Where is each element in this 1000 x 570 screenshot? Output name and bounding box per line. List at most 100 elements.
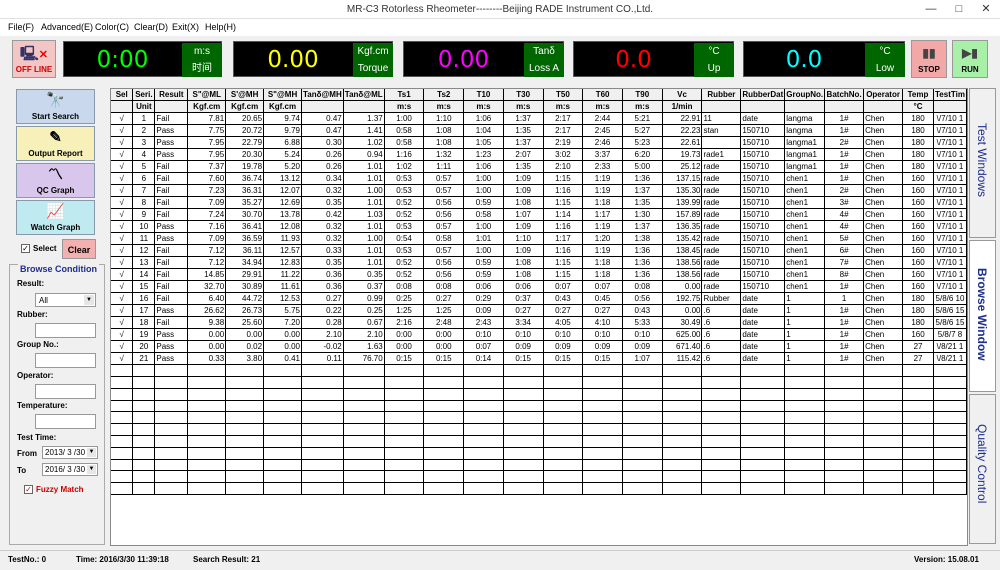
column-header[interactable]: BatchNo. [824, 89, 865, 102]
result-select[interactable]: All ▼ [35, 293, 96, 307]
column-header[interactable]: Temp [902, 89, 934, 102]
menu-color[interactable]: Color(C) [95, 22, 129, 32]
column-header[interactable]: T50 [543, 89, 584, 102]
table-cell [263, 470, 302, 484]
table-row[interactable]: √ 20 Pass 0.00 0.02 0.00 -0.02 1.63 0:00 0:00 0:07… [111, 340, 967, 354]
minimize-button[interactable]: — [917, 0, 945, 19]
rubber-input[interactable] [35, 323, 96, 338]
select-checkbox[interactable]: ✓ [21, 244, 30, 253]
menu-help[interactable]: Help(H) [205, 22, 236, 32]
table-cell: 1:36 [622, 244, 663, 258]
table-cell [463, 411, 504, 425]
table-row[interactable]: √ 4 Pass 7.95 20.30 5.24 0.26 0.94 1:16 1:32 1:23 2… [111, 148, 967, 162]
column-header[interactable]: GroupNo. [784, 89, 826, 102]
offline-button[interactable]: 🖳✕ OFF LINE [12, 40, 56, 78]
qc-graph-button[interactable]: 〽 QC Graph [16, 163, 95, 198]
menu-advanced[interactable]: Advanced(E) [41, 22, 93, 32]
column-header[interactable]: S"@ML [187, 89, 227, 102]
column-header[interactable]: Result [154, 89, 189, 102]
column-header[interactable]: Seri. [132, 89, 156, 102]
column-header[interactable]: RubberDat [740, 89, 786, 102]
to-date-picker[interactable]: 2016/ 3 /30 ▼ [42, 463, 98, 476]
results-table[interactable]: Sel Seri. Result S"@ML S'@MH S"@MH Tanδ@MH Tanδ… [110, 88, 968, 546]
table-row[interactable]: √ 11 Pass 7.09 36.59 11.93 0.32 1.00 0:54 0:58 1:0… [111, 232, 967, 246]
table-row[interactable]: √ 6 Fail 7.60 36.74 13.12 0.34 1.01 0:53 0:57 1:00… [111, 172, 967, 186]
from-date-picker[interactable]: 2013/ 3 /30 ▼ [42, 446, 98, 459]
column-header[interactable]: Tanδ@MH [301, 89, 344, 102]
start-search-button[interactable]: 🔭 Start Search [16, 89, 95, 124]
table-cell: 35.27 [225, 196, 265, 210]
table-row[interactable]: √ 18 Fail 9.38 25.60 7.20 0.28 0.67 2:16 2:48 2:43… [111, 316, 967, 330]
table-cell [154, 482, 189, 496]
column-header[interactable]: T30 [503, 89, 544, 102]
menu-exit[interactable]: Exit(X) [172, 22, 199, 32]
table-cell: 7.24 [187, 208, 227, 222]
table-cell [582, 470, 623, 484]
table-cell: 11 [701, 112, 742, 126]
tab-browse-window[interactable]: Browse Window [969, 240, 996, 392]
tab-quality-control[interactable]: Quality Control [969, 394, 996, 544]
column-header[interactable]: S"@MH [263, 89, 302, 102]
column-header[interactable]: Operator [863, 89, 904, 102]
run-button[interactable]: ▶▮ RUN [952, 40, 988, 78]
table-row[interactable]: √ 1 Fail 7.81 20.65 9.74 0.47 1.37 1:00 1:10 1:06 1… [111, 112, 967, 126]
temperature-input[interactable] [35, 414, 96, 429]
menu-bar: File(F) Advanced(E) Color(C) Clear(D) Ex… [0, 19, 1000, 36]
column-header[interactable]: TestTim [933, 89, 967, 102]
table-cell: 5.20 [263, 160, 302, 174]
table-row[interactable]: √ 2 Pass 7.75 20.72 9.79 0.47 1.41 0:58 1:08 1:04 1… [111, 124, 967, 138]
table-cell: 2# [824, 184, 865, 198]
table-cell: 180 [902, 148, 934, 162]
table-row[interactable]: √ 13 Fail 7.12 34.94 12.83 0.35 1.01 0:52 0:56 0:5… [111, 256, 967, 270]
output-report-button[interactable]: ✎ Output Report [16, 126, 95, 161]
fuzzy-match-checkbox[interactable]: ✓ [24, 485, 33, 494]
table-row[interactable]: √ 15 Fail 32.70 30.89 11.61 0.36 0.37 0:08 0:08 0:… [111, 280, 967, 294]
column-header[interactable]: Ts2 [423, 89, 465, 102]
table-cell: 5# [824, 232, 865, 246]
menu-file[interactable]: File(F) [8, 22, 34, 32]
table-cell: 1:37 [622, 184, 663, 198]
column-header[interactable]: T90 [622, 89, 663, 102]
table-row[interactable]: √ 14 Fail 14.85 29.91 11.22 0.36 0.35 0:52 0:56 0:… [111, 268, 967, 282]
table-row[interactable]: √ 7 Fail 7.23 36.31 12.07 0.32 1.00 0:53 0:57 1:00… [111, 184, 967, 198]
from-label: From [17, 449, 37, 458]
table-row[interactable]: √ 8 Fail 7.09 35.27 12.69 0.35 1.01 0:52 0:56 0:59… [111, 196, 967, 210]
column-header[interactable]: Rubber [701, 89, 742, 102]
table-row[interactable]: √ 16 Fail 6.40 44.72 12.53 0.27 0.99 0:25 0:27 0:2… [111, 292, 967, 306]
operator-input[interactable] [35, 384, 96, 399]
table-cell: 1:30 [622, 208, 663, 222]
table-cell [301, 447, 344, 460]
table-cell: 21 [132, 352, 156, 366]
close-button[interactable]: ✕ [972, 0, 1000, 19]
maximize-button[interactable]: □ [945, 0, 973, 19]
column-header[interactable]: Ts1 [384, 89, 425, 102]
clear-button[interactable]: Clear [62, 239, 96, 259]
watch-graph-button[interactable]: 📈 Watch Graph [16, 200, 95, 235]
column-header[interactable]: S'@MH [225, 89, 265, 102]
table-row[interactable]: √ 17 Pass 26.62 26.73 5.75 0.22 0.25 1:25 1:25 0:0… [111, 304, 967, 318]
group-no-input[interactable] [35, 353, 96, 368]
table-cell [902, 376, 934, 389]
table-row[interactable]: √ 19 Pass 0.00 0.00 0.00 2.10 2.10 0:00 0:00 0:10 0… [111, 328, 967, 342]
table-row[interactable]: √ 3 Pass 7.95 22.79 6.88 0.30 1.02 0:58 1:08 1:05 1… [111, 136, 967, 150]
column-header[interactable]: Sel [111, 89, 134, 102]
table-cell: date [740, 304, 786, 318]
table-row[interactable]: √ 10 Pass 7.16 36.41 12.08 0.32 1.01 0:53 0:57 1:0… [111, 220, 967, 234]
table-cell [784, 447, 826, 460]
table-row[interactable]: √ 9 Fail 7.24 30.70 13.78 0.42 1.03 0:52 0:56 0:58… [111, 208, 967, 222]
column-header[interactable]: T10 [463, 89, 504, 102]
table-cell: 0:10 [622, 328, 663, 342]
table-cell: 1.01 [343, 256, 385, 270]
table-row[interactable]: √ 21 Pass 0.33 3.80 0.41 0.11 76.70 0:15 0:15 0:14… [111, 352, 967, 366]
tab-test-windows[interactable]: Test Windows [969, 88, 996, 238]
column-header [863, 100, 904, 114]
table-row[interactable]: √ 12 Fail 7.12 36.11 12.57 0.33 1.01 0:53 0:57 1:0… [111, 244, 967, 258]
table-cell: 160 [902, 256, 934, 270]
column-header[interactable]: T60 [582, 89, 623, 102]
stop-button[interactable]: ▮▮ STOP [911, 40, 947, 78]
menu-clear[interactable]: Clear(D) [134, 22, 168, 32]
table-cell: 150710 [740, 148, 786, 162]
table-row[interactable]: √ 5 Fail 7.37 19.78 5.20 0.26 1.01 1:02 1:11 1:06 1… [111, 160, 967, 174]
column-header[interactable]: Tanδ@ML [343, 89, 385, 102]
column-header[interactable]: Vc [662, 89, 703, 102]
